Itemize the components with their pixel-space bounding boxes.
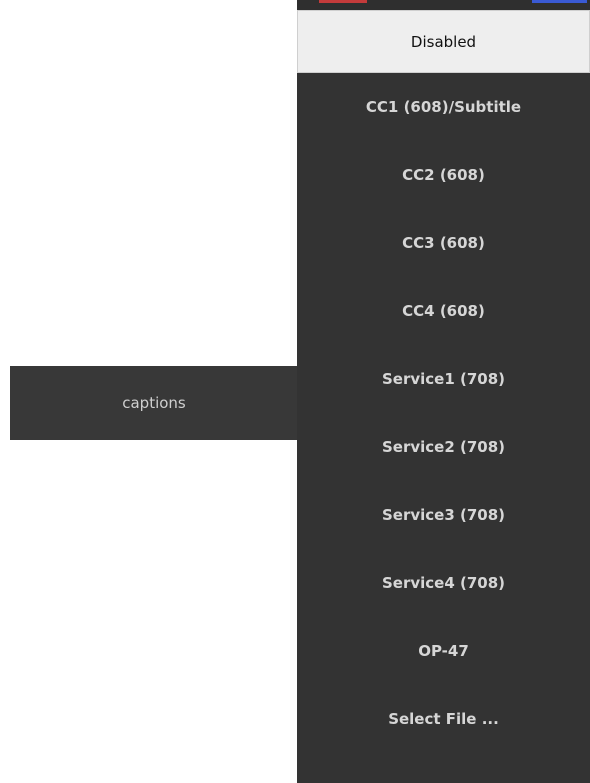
video-accent-right [532,0,587,3]
captions-menu: Disabled CC1 (608)/Subtitle CC2 (608) CC… [297,10,590,783]
menu-item-cc1[interactable]: CC1 (608)/Subtitle [297,73,590,141]
video-accent-left [319,0,367,3]
menu-item-service2[interactable]: Service2 (708) [297,413,590,481]
menu-item-cc4[interactable]: CC4 (608) [297,277,590,345]
menu-item-service1[interactable]: Service1 (708) [297,345,590,413]
menu-item-disabled[interactable]: Disabled [297,10,590,73]
menu-item-op47[interactable]: OP-47 [297,617,590,685]
stage: captions Disabled CC1 (608)/Subtitle CC2… [0,0,590,783]
menu-item-cc3[interactable]: CC3 (608) [297,209,590,277]
menu-item-service3[interactable]: Service3 (708) [297,481,590,549]
video-strip [297,0,590,10]
menu-item-select-file[interactable]: Select File ... [297,685,590,753]
menu-item-service4[interactable]: Service4 (708) [297,549,590,617]
menu-item-cc2[interactable]: CC2 (608) [297,141,590,209]
captions-button[interactable]: captions [10,366,298,440]
